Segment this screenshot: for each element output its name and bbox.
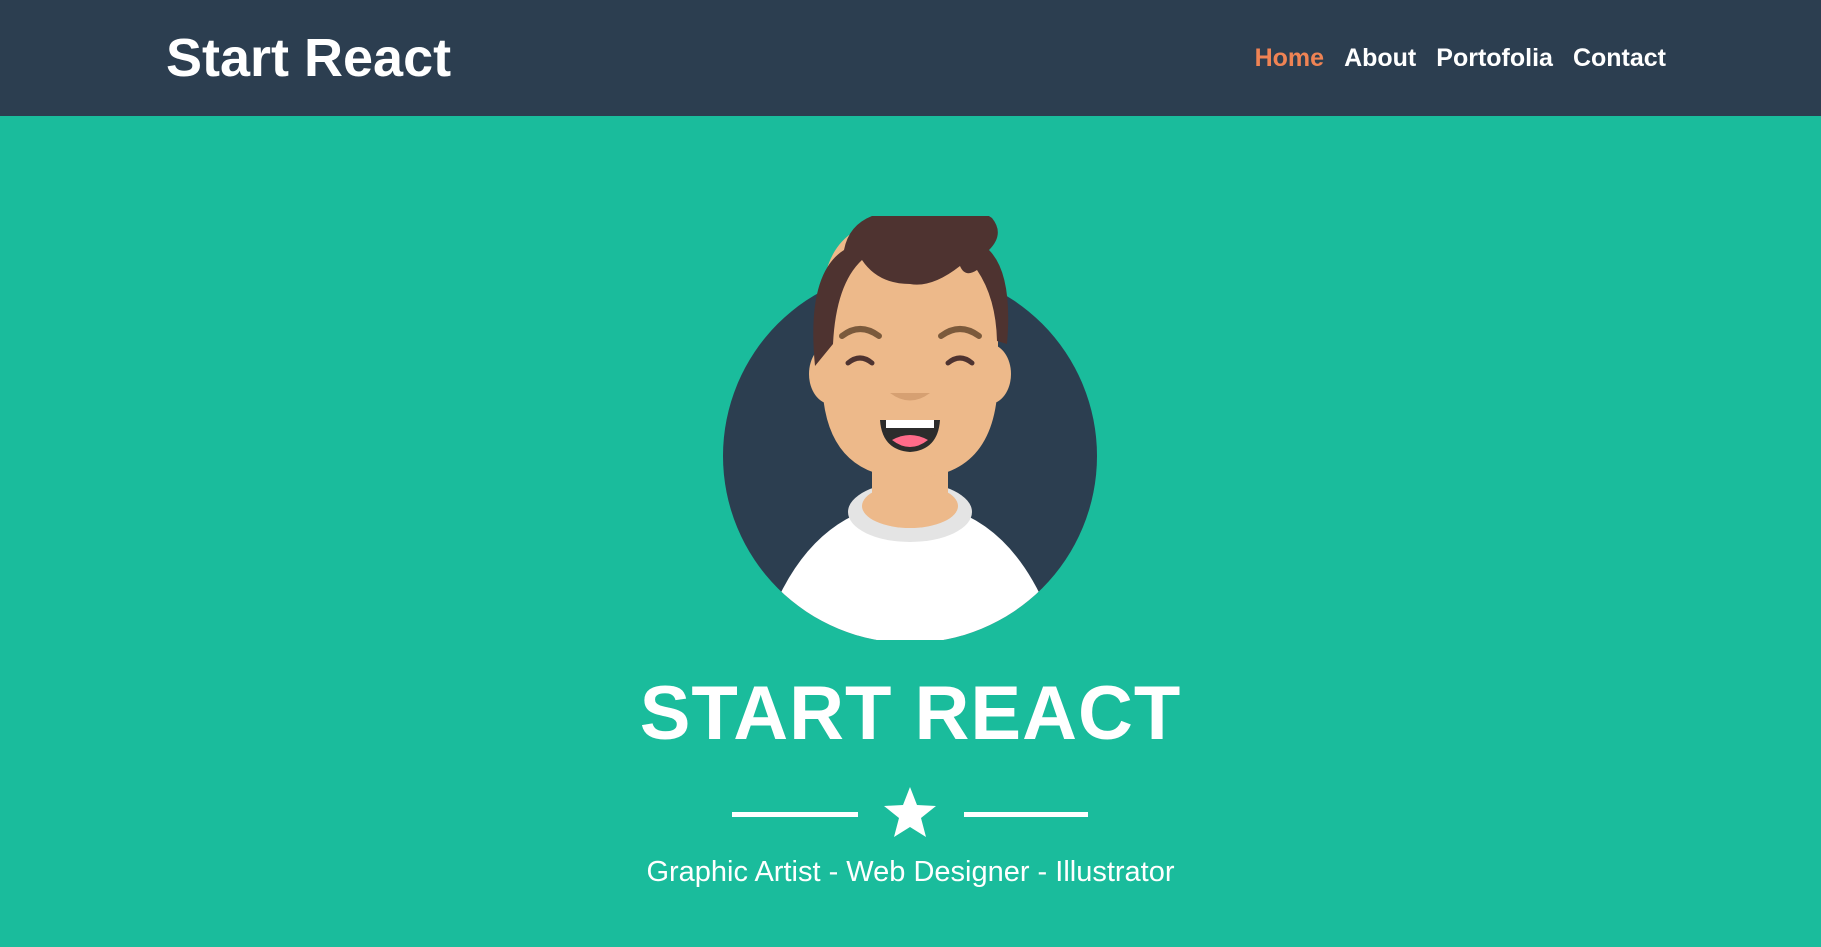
hero-section: START REACT Graphic Artist - Web Designe… [0, 116, 1821, 947]
smiling-man-avatar-icon [723, 216, 1097, 640]
nav-about-link[interactable]: About [1344, 42, 1416, 74]
navbar: Start React Home About Portofolia Contac… [0, 0, 1821, 116]
star-icon [884, 787, 936, 837]
main-nav: Home About Portofolia Contact [1255, 42, 1666, 74]
star-divider [732, 787, 1088, 837]
nav-contact-link[interactable]: Contact [1573, 42, 1666, 74]
brand-link[interactable]: Start React [166, 26, 451, 90]
hero-subtitle: Graphic Artist - Web Designer - Illustra… [646, 856, 1175, 888]
divider-line-right [964, 812, 1088, 817]
nav-home-link[interactable]: Home [1255, 42, 1324, 74]
nav-portofolia-link[interactable]: Portofolia [1436, 42, 1553, 74]
divider-line-left [732, 812, 858, 817]
hero-title: START REACT [639, 671, 1182, 756]
